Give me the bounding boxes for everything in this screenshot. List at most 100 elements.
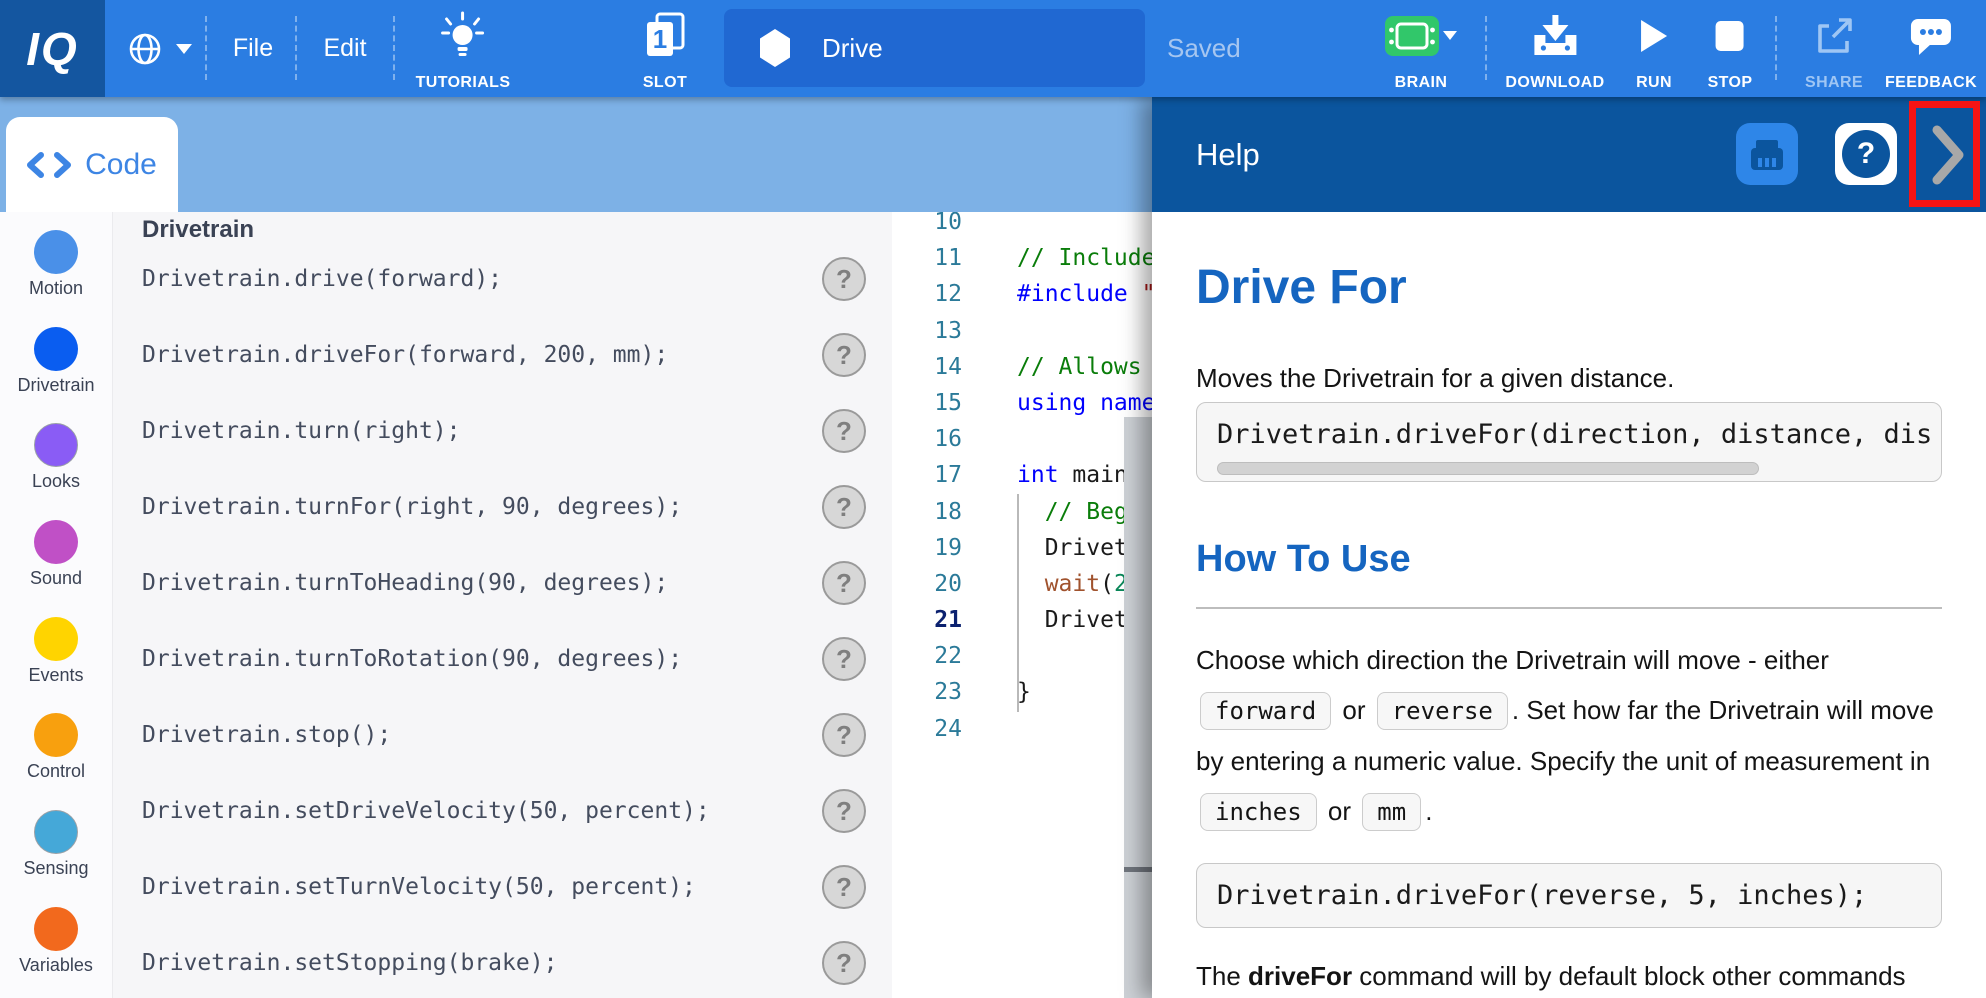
command-group-header: Drivetrain [142,216,254,244]
text-editor[interactable]: 1011// Include12#include "1314// Allows … [892,212,1152,998]
editor-line[interactable]: 19 Drivetra [892,530,1152,566]
command-code-text[interactable]: Drivetrain.turnToHeading(90, degrees); [142,561,668,605]
sidebar-item-control[interactable]: Control [0,713,112,782]
command-code-text[interactable]: Drivetrain.stop(); [142,713,391,757]
question-mark-glyph: ? [1857,137,1875,171]
variables-category-icon [34,907,78,951]
chevron-down-icon [176,44,192,54]
sidebar-item-motion[interactable]: Motion [0,230,112,299]
sidebar-item-looks[interactable]: Looks [0,423,112,492]
command-code-text[interactable]: Drivetrain.turnFor(right, 90, degrees); [142,485,682,529]
command-help-button[interactable]: ? [822,561,866,605]
toolbar-divider [205,16,207,80]
command-row: Drivetrain.turnFor(right, 90, degrees);? [112,485,892,529]
sidebar-item-drivetrain[interactable]: Drivetrain [0,327,112,396]
collapse-panel-button[interactable] [1918,115,1978,195]
stop-button[interactable]: STOP [1708,10,1753,92]
file-menu[interactable]: File [233,0,273,97]
editor-line[interactable]: 14// Allows [892,349,1152,385]
sidebar-item-label: Sensing [23,858,88,879]
tab-code[interactable]: Code [6,117,178,212]
editor-line[interactable]: 12#include " [892,276,1152,312]
help-article-title: Drive For [1196,260,1942,315]
line-number: 21 [892,602,970,638]
horizontal-scrollbar-thumb[interactable] [1217,462,1759,475]
command-help-button[interactable]: ? [822,713,866,757]
command-code-text[interactable]: Drivetrain.setTurnVelocity(50, percent); [142,865,696,909]
command-help-button[interactable]: ? [822,485,866,529]
line-number: 17 [892,457,970,493]
editor-line[interactable]: 20 wait(2,s [892,566,1152,602]
command-code-text[interactable]: Drivetrain.setDriveVelocity(50, percent)… [142,789,710,833]
line-number: 13 [892,313,970,349]
command-help-button[interactable]: ? [822,637,866,681]
toolbar-divider [1485,16,1487,80]
command-code-text[interactable]: Drivetrain.turnToRotation(90, degrees); [142,637,682,681]
editor-line[interactable]: 10 [892,212,1152,240]
slot-number: 1 [653,24,667,54]
language-menu-button[interactable] [126,0,192,97]
help-info-button[interactable]: ? [1835,123,1897,185]
vexcode-iq-window: IQ File Edit [0,0,1986,998]
command-code-text[interactable]: Drivetrain.setStopping(brake); [142,941,557,985]
editor-line[interactable]: 15using name [892,385,1152,421]
editor-line[interactable]: 24 [892,711,1152,747]
editor-line[interactable]: 11// Include [892,240,1152,276]
editor-line[interactable]: 21 Drivetra [892,602,1152,638]
inline-code-chip: mm [1362,793,1421,831]
run-label: RUN [1636,74,1672,92]
command-code-text[interactable]: Drivetrain.turn(right); [142,409,461,453]
command-help-button[interactable]: ? [822,409,866,453]
command-help-button[interactable]: ? [822,865,866,909]
edit-menu-label: Edit [323,34,366,63]
control-category-icon [34,713,78,757]
command-help-button[interactable]: ? [822,789,866,833]
command-help-button[interactable]: ? [822,257,866,301]
editor-line[interactable]: 17int main() [892,457,1152,493]
download-label: DOWNLOAD [1505,74,1604,92]
code-brackets-icon [27,152,71,178]
line-number: 10 [892,212,970,240]
drivetrain-category-icon [34,327,78,371]
save-status-text: Saved [1167,33,1241,64]
save-status: Saved [1167,0,1241,97]
line-number: 14 [892,349,970,385]
command-row: Drivetrain.setDriveVelocity(50, percent)… [112,789,892,833]
sidebar-item-sound[interactable]: Sound [0,520,112,589]
sidebar-item-sensing[interactable]: Sensing [0,810,112,879]
editor-line[interactable]: 13 [892,313,1152,349]
inline-code-chip: forward [1200,692,1331,730]
command-help-button[interactable]: ? [822,333,866,377]
run-button[interactable]: RUN [1636,10,1672,92]
brain-port-button[interactable] [1736,123,1798,185]
sidebar-item-variables[interactable]: Variables [0,907,112,976]
command-help-button[interactable]: ? [822,941,866,985]
download-button[interactable]: DOWNLOAD [1505,10,1604,92]
code-tab-label: Code [85,148,157,182]
sound-category-icon [34,520,78,564]
editor-lines: 1011// Include12#include "1314// Allows … [892,212,1152,747]
edit-menu[interactable]: Edit [323,0,366,97]
line-number: 19 [892,530,970,566]
feedback-button[interactable]: FEEDBACK [1885,10,1977,92]
brain-button[interactable]: BRAIN [1385,10,1457,92]
command-code-text[interactable]: Drivetrain.drive(forward); [142,257,502,301]
editor-line[interactable]: 23} [892,674,1152,710]
project-name-button[interactable]: Drive [724,9,1145,87]
line-number: 23 [892,674,970,710]
editor-line[interactable]: 18 // Begin [892,494,1152,530]
share-label: SHARE [1805,74,1863,92]
slot-button[interactable]: 1 SLOT [642,10,688,92]
tutorials-button[interactable]: TUTORIALS [416,10,511,92]
sidebar-item-label: Drivetrain [17,375,94,396]
command-code-text[interactable]: Drivetrain.driveFor(forward, 200, mm); [142,333,668,377]
looks-category-icon [34,423,78,467]
sidebar-item-events[interactable]: Events [0,617,112,686]
help-panel-body: Drive For Moves the Drivetrain for a giv… [1152,212,1986,998]
editor-line[interactable]: 22 [892,638,1152,674]
line-number: 15 [892,385,970,421]
editor-scrollbar[interactable] [1124,417,1152,998]
editor-line[interactable]: 16 [892,421,1152,457]
share-button[interactable]: SHARE [1805,10,1863,92]
line-number: 16 [892,421,970,457]
